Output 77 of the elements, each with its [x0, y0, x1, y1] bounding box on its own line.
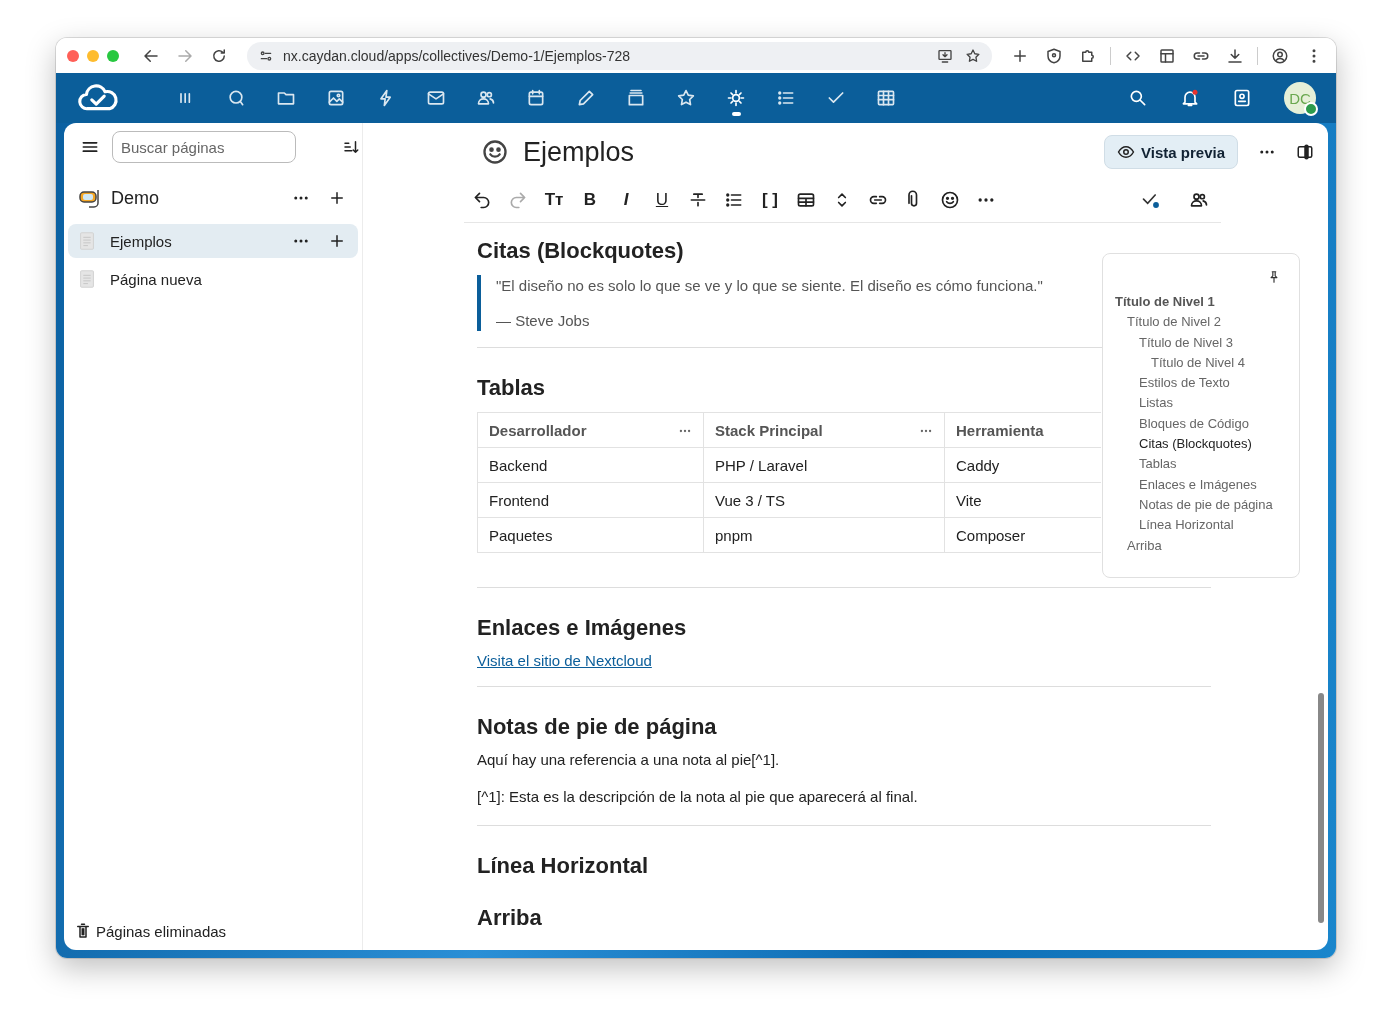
format-button[interactable]: [ ]: [752, 190, 788, 210]
sidebar-toggle-icon[interactable]: [1296, 143, 1314, 161]
page-item[interactable]: Página nueva: [68, 262, 358, 296]
section-heading: Enlaces e Imágenes: [477, 614, 687, 642]
bookmark-star-icon[interactable]: [965, 47, 981, 64]
stack-icon[interactable]: [626, 88, 646, 108]
pencil-icon[interactable]: [576, 88, 596, 108]
page-item[interactable]: Ejemplos: [68, 224, 358, 258]
format-button[interactable]: B: [572, 190, 608, 210]
outline-item[interactable]: Título de Nivel 4: [1151, 354, 1245, 370]
mail-icon[interactable]: [426, 88, 446, 108]
install-icon[interactable]: [937, 47, 953, 64]
nextcloud-link[interactable]: Visita el sitio de Nextcloud: [477, 652, 652, 669]
section-heading: Notas de pie de página: [477, 713, 717, 741]
section-heading: Línea Horizontal: [477, 852, 649, 880]
table-cell: Frontend: [477, 482, 704, 518]
image-icon[interactable]: [326, 88, 346, 108]
page-title: Ejemplos: [523, 136, 635, 168]
section-heading: Citas (Blockquotes): [477, 237, 684, 265]
table-cell: Paquetes: [477, 517, 704, 553]
format-button[interactable]: Tт: [536, 190, 572, 210]
deleted-pages-link[interactable]: Páginas eliminadas: [68, 922, 358, 940]
section-heading: Tablas: [477, 374, 546, 402]
quote-attribution: — Steve Jobs: [496, 312, 590, 329]
address-bar[interactable]: nx.caydan.cloud/apps/collectives/Demo-1/Ejemplos-728: [247, 41, 992, 70]
emoji-icon[interactable]: [481, 138, 509, 166]
contact-card-icon[interactable]: [1232, 88, 1252, 108]
grid-icon[interactable]: [876, 88, 896, 108]
shield-icon[interactable]: [1045, 46, 1063, 65]
download-icon[interactable]: [1226, 46, 1244, 65]
outline-item[interactable]: Tablas: [1139, 456, 1177, 472]
outline-item[interactable]: Título de Nivel 1: [1115, 294, 1215, 309]
sun-icon[interactable]: [726, 88, 746, 108]
outline-item[interactable]: Listas: [1139, 395, 1173, 411]
reload-icon[interactable]: [210, 46, 228, 65]
column-header[interactable]: Desarrollador: [477, 412, 704, 448]
sort-icon[interactable]: [342, 138, 360, 156]
quote-text: "El diseño no es solo lo que se ve y lo que se siente. El diseño es cómo funciona.": [496, 277, 1043, 294]
outline-item[interactable]: Línea Horizontal: [1139, 517, 1234, 533]
pin-icon[interactable]: [1267, 270, 1281, 284]
collective-name[interactable]: Demo: [111, 187, 274, 209]
outline-item[interactable]: Enlaces e Imágenes: [1139, 476, 1257, 492]
table-cell: PHP / Laravel: [703, 447, 945, 483]
eye-icon: [1117, 143, 1136, 161]
paragraph: [^1]: Esta es la descripción de la nota al pie que aparecerá al final.: [477, 788, 918, 805]
chat-circle-icon[interactable]: [226, 88, 246, 108]
outline-item[interactable]: Título de Nivel 2: [1127, 314, 1221, 330]
online-status-icon: [1304, 102, 1318, 116]
search-field[interactable]: Buscar páginas: [112, 131, 296, 163]
layout-icon[interactable]: [1158, 46, 1176, 65]
active-indicator: [732, 112, 741, 116]
profile-icon[interactable]: [1271, 46, 1289, 65]
outline-item[interactable]: Estilos de Texto: [1139, 375, 1230, 391]
calendar-icon[interactable]: [526, 88, 546, 108]
outline-item[interactable]: Bloques de Código: [1139, 415, 1249, 431]
table-cell: Backend: [477, 447, 704, 483]
section-heading: Arriba: [477, 904, 542, 932]
search-icon[interactable]: [1128, 88, 1148, 108]
format-button[interactable]: U: [644, 190, 680, 210]
column-header[interactable]: Stack Principal: [703, 412, 945, 448]
outline-item[interactable]: Arriba: [1127, 537, 1162, 553]
scrollbar[interactable]: [1318, 693, 1324, 923]
paragraph: Aquí hay una referencia a una nota al pie[^1].: [477, 751, 780, 768]
bell-icon[interactable]: [1180, 88, 1200, 108]
add-icon[interactable]: [328, 189, 346, 207]
outline-item[interactable]: Citas (Blockquotes): [1139, 436, 1252, 452]
table-cell: Vue 3 / TS: [703, 482, 945, 518]
preview-button[interactable]: Vista previa: [1104, 135, 1238, 169]
star-icon[interactable]: [676, 88, 696, 108]
format-button[interactable]: I: [608, 190, 644, 210]
close-window-button[interactable]: [67, 49, 79, 62]
add-icon[interactable]: [328, 232, 346, 250]
table-cell: pnpm: [703, 517, 945, 553]
outline-item[interactable]: Título de Nivel 3: [1139, 334, 1233, 350]
trash-icon: [74, 922, 92, 940]
outline-item[interactable]: Notas de pie de página: [1139, 496, 1273, 512]
list-icon[interactable]: [776, 88, 796, 108]
